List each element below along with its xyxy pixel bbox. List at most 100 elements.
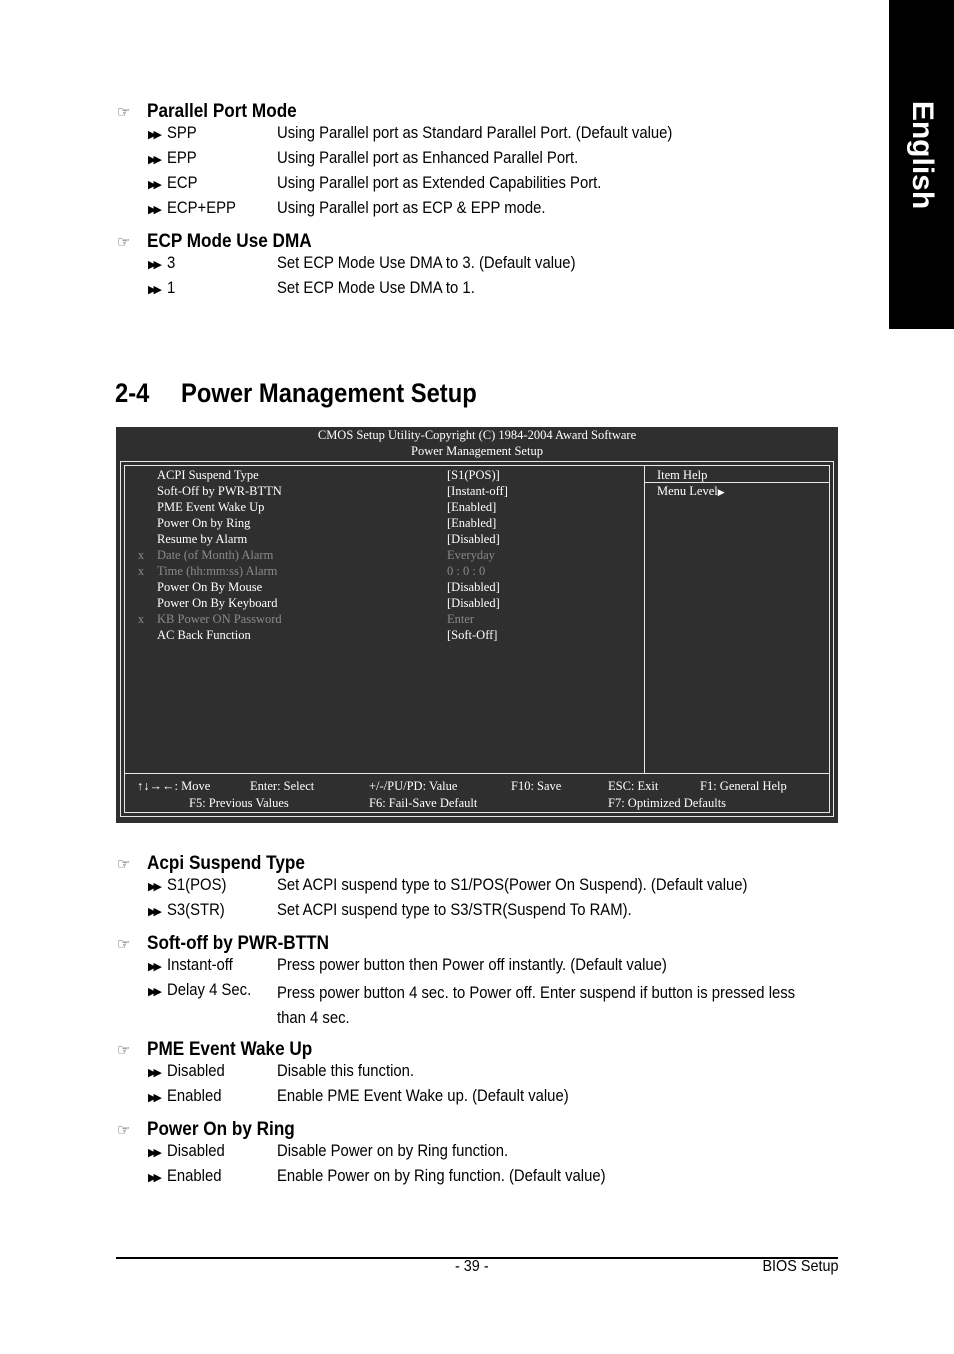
bios-setting-row[interactable]: Soft-Off by PWR-BTTN [Instant-off] <box>125 483 644 499</box>
section-title: Soft-off by PWR-BTTN <box>147 932 330 954</box>
setting-label: Soft-Off by PWR-BTTN <box>157 484 282 498</box>
pointing-hand-icon: ☞ <box>117 233 131 251</box>
item-help-title: Item Help <box>657 468 708 482</box>
setting-label: Power On By Mouse <box>157 580 263 594</box>
section-title: Parallel Port Mode <box>147 100 297 122</box>
option-desc: Disable this function. <box>277 1062 415 1080</box>
disabled-marker <box>125 483 157 499</box>
key-f6: F6: Fail-Save Default <box>369 796 478 810</box>
setting-value[interactable]: [Disabled] <box>447 595 627 611</box>
pointing-hand-icon: ☞ <box>117 103 131 121</box>
setting-value[interactable]: [Disabled] <box>447 531 627 547</box>
setting-value[interactable]: [Instant-off] <box>447 483 627 499</box>
option-name: S3(STR) <box>167 901 225 919</box>
option-desc: Press power button 4 sec. to Power off. … <box>277 984 796 1027</box>
chapter-number: 2-4 <box>115 378 150 408</box>
disabled-marker: x <box>137 564 145 578</box>
menu-level: Menu Level▶ <box>657 483 725 500</box>
option-desc: Set ECP Mode Use DMA to 3. (Default valu… <box>277 254 576 272</box>
double-arrow-icon: ▶▶ <box>148 1092 162 1104</box>
pointing-hand-icon: ☞ <box>117 1041 131 1059</box>
option-desc: Set ACPI suspend type to S3/STR(Suspend … <box>277 901 632 919</box>
language-tab: English <box>889 0 954 329</box>
disabled-marker <box>125 531 157 547</box>
menu-level-label: Menu Level <box>657 484 718 498</box>
bios-setting-row: x Date (of Month) Alarm Everyday <box>125 547 644 563</box>
bios-setting-row[interactable]: Resume by Alarm [Disabled] <box>125 531 644 547</box>
key-enter: Enter: Select <box>250 779 315 793</box>
option-desc: Using Parallel port as Enhanced Parallel… <box>277 149 579 167</box>
option-name: Enabled <box>167 1167 222 1185</box>
option-name: 1 <box>167 279 176 297</box>
section-title: Acpi Suspend Type <box>147 852 305 874</box>
disabled-marker <box>125 579 157 595</box>
setting-value[interactable]: [S1(POS)] <box>447 467 627 483</box>
setting-value[interactable]: [Disabled] <box>447 579 627 595</box>
setting-label: Power On By Keyboard <box>157 596 278 610</box>
setting-value[interactable]: [Enabled] <box>447 515 627 531</box>
chapter-heading: 2-4 Power Management Setup <box>115 378 517 409</box>
key-value: +/-/PU/PD: Value <box>369 779 458 793</box>
bios-setting-row[interactable]: Power On By Keyboard [Disabled] <box>125 595 644 611</box>
option-name: Enabled <box>167 1087 222 1105</box>
bios-frame: ACPI Suspend Type [S1(POS)] Soft-Off by PW… <box>120 461 834 817</box>
key-f1: F1: General Help <box>700 779 787 793</box>
bios-setting-row[interactable]: Power On By Mouse [Disabled] <box>125 579 644 595</box>
bios-setting-row: x Time (hh:mm:ss) Alarm 0 : 0 : 0 <box>125 563 644 579</box>
disabled-marker <box>125 595 157 611</box>
double-arrow-icon: ▶▶ <box>148 154 162 166</box>
key-f7: F7: Optimized Defaults <box>608 796 727 810</box>
section-title: ECP Mode Use DMA <box>147 230 312 252</box>
chapter-title: Power Management Setup <box>181 378 477 408</box>
option-name: Instant-off <box>167 956 233 974</box>
disabled-marker <box>125 499 157 515</box>
setting-value: Everyday <box>447 548 495 562</box>
bios-copyright: CMOS Setup Utility-Copyright (C) 1984-20… <box>317 428 637 442</box>
setting-value: 0 : 0 : 0 <box>447 564 486 578</box>
option-name: Disabled <box>167 1142 225 1160</box>
double-arrow-icon: ▶▶ <box>148 259 162 271</box>
key-f5: F5: Previous Values <box>189 796 289 810</box>
pointing-hand-icon: ☞ <box>117 1121 131 1139</box>
setting-label: ACPI Suspend Type <box>157 468 259 482</box>
setting-value: Enter <box>447 612 475 626</box>
disabled-marker <box>125 467 157 483</box>
setting-value[interactable]: [Soft-Off] <box>447 627 627 643</box>
language-tab-label: English <box>905 100 939 210</box>
double-arrow-icon: ▶▶ <box>148 881 162 893</box>
option-name: ECP <box>167 174 198 192</box>
disabled-marker <box>125 627 157 643</box>
double-arrow-icon: ▶▶ <box>148 1172 162 1184</box>
key-move: ↑↓→←: Move <box>137 779 211 793</box>
bios-screen-title: Power Management Setup <box>411 444 543 458</box>
option-desc: Press power button then Power off instan… <box>277 956 667 974</box>
double-arrow-icon: ▶▶ <box>148 204 162 216</box>
bios-setting-row[interactable]: ACPI Suspend Type [S1(POS)] <box>125 467 644 483</box>
section-pme-event-wake-up: ☞ PME Event Wake Up ▶▶ Disabled Disable th… <box>117 1037 817 1112</box>
right-triangle-icon: ▶ <box>717 487 725 497</box>
section-parallel-port-mode: ☞ Parallel Port Mode ▶▶ SPP Using Parallel… <box>117 99 817 224</box>
section-title: PME Event Wake Up <box>147 1038 313 1060</box>
setting-label: Date (of Month) Alarm <box>157 548 274 562</box>
option-desc: Enable PME Event Wake up. (Default value… <box>277 1087 569 1105</box>
disabled-marker: x <box>137 612 145 626</box>
bios-setting-row[interactable]: Power On by Ring [Enabled] <box>125 515 644 531</box>
setting-label: Time (hh:mm:ss) Alarm <box>157 564 278 578</box>
option-desc: Using Parallel port as Extended Capabili… <box>277 174 602 192</box>
section-ecp-mode-use-dma: ☞ ECP Mode Use DMA ▶▶ 3 Set ECP Mode Use D… <box>117 229 817 304</box>
item-help-panel: Item Help Menu Level▶ <box>657 467 725 500</box>
setting-value[interactable]: [Enabled] <box>447 499 627 515</box>
bios-setting-row[interactable]: PME Event Wake Up [Enabled] <box>125 499 644 515</box>
bios-settings-list: ACPI Suspend Type [S1(POS)] Soft-Off by PW… <box>125 467 644 643</box>
double-arrow-icon: ▶▶ <box>148 284 162 296</box>
setting-label: Power On by Ring <box>157 516 251 530</box>
option-name: 3 <box>167 254 176 272</box>
pointing-hand-icon: ☞ <box>117 935 131 953</box>
bios-setting-row[interactable]: AC Back Function [Soft-Off] <box>125 627 644 643</box>
bios-setting-row: x KB Power ON Password Enter <box>125 611 644 627</box>
option-name: ECP+EPP <box>167 199 236 217</box>
option-name: Delay 4 Sec. <box>167 981 252 999</box>
double-arrow-icon: ▶▶ <box>148 986 162 998</box>
setting-label: AC Back Function <box>157 628 251 642</box>
key-esc: ESC: Exit <box>608 779 659 793</box>
